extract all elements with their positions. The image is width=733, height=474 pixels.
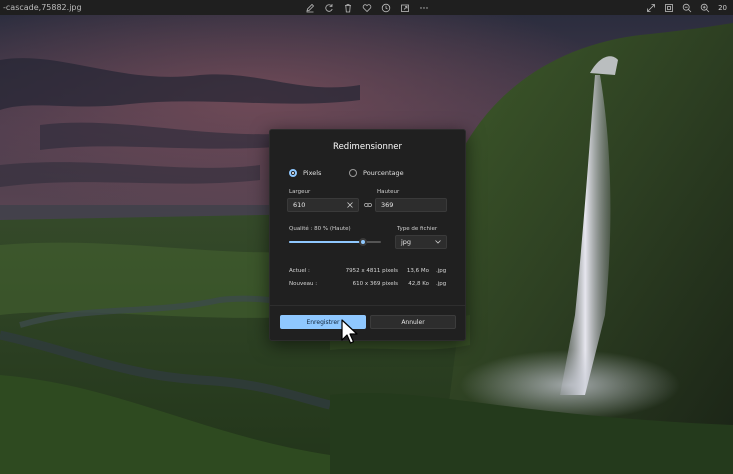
quality-slider-thumb[interactable]: [358, 238, 367, 246]
image-toolbar: [305, 0, 429, 15]
current-extension: .jpg: [436, 268, 447, 274]
delete-icon[interactable]: [343, 3, 353, 13]
favorite-icon[interactable]: [362, 3, 372, 13]
current-size: 13,6 Mo: [406, 268, 429, 274]
view-toolbar: 20: [646, 0, 727, 15]
mouse-pointer-icon: [341, 319, 358, 344]
current-dimensions: 7952 x 4811 pixels: [345, 268, 398, 274]
filetype-value: jpg: [401, 238, 412, 246]
radio-percentage-label: Pourcentage: [363, 169, 404, 177]
height-value: 369: [381, 201, 394, 209]
radio-selected-indicator: [289, 169, 297, 177]
info-icon[interactable]: [381, 3, 391, 13]
width-value: 610: [293, 201, 306, 209]
width-label: Largeur: [289, 189, 311, 195]
title-bar: -cascade,75882.jpg 20: [0, 0, 733, 15]
quality-label: Qualité : 80 % (Haute): [289, 226, 351, 232]
chevron-down-icon: [435, 240, 441, 244]
height-field[interactable]: 369: [375, 198, 447, 212]
new-extension: .jpg: [436, 281, 447, 287]
more-icon[interactable]: [419, 3, 429, 13]
file-name: -cascade,75882.jpg: [3, 3, 82, 12]
radio-pixels[interactable]: Pixels: [289, 167, 321, 179]
dialog-divider: [270, 305, 465, 306]
radio-percentage[interactable]: Pourcentage: [349, 167, 404, 179]
fit-icon[interactable]: [664, 3, 674, 13]
cancel-button[interactable]: Annuler: [370, 315, 456, 329]
quality-slider-fill: [289, 241, 363, 243]
radio-pixels-label: Pixels: [303, 169, 322, 177]
dialog-title: Redimensionner: [333, 142, 402, 152]
share-icon[interactable]: [400, 3, 410, 13]
link-ratio-icon[interactable]: [364, 202, 372, 208]
fullscreen-icon[interactable]: [646, 3, 656, 13]
edit-icon[interactable]: [305, 3, 315, 13]
quality-slider[interactable]: [289, 238, 381, 246]
resize-dialog: Redimensionner Pixels Pourcentage Largeu…: [269, 129, 466, 341]
radio-unselected-indicator: [349, 169, 357, 177]
zoom-level: 20: [718, 3, 727, 12]
clear-icon[interactable]: [347, 202, 353, 208]
zoom-in-icon[interactable]: [700, 3, 710, 13]
width-field[interactable]: 610: [287, 198, 359, 212]
new-label: Nouveau :: [289, 281, 318, 287]
filetype-label: Type de fichier: [397, 226, 438, 232]
current-label: Actuel :: [289, 268, 310, 274]
rotate-icon[interactable]: [324, 3, 334, 13]
zoom-out-icon[interactable]: [682, 3, 692, 13]
new-size: 42,8 Ko: [408, 281, 429, 287]
new-dimensions: 610 x 369 pixels: [352, 281, 398, 287]
height-label: Hauteur: [377, 189, 400, 195]
filetype-select[interactable]: jpg: [395, 235, 447, 249]
